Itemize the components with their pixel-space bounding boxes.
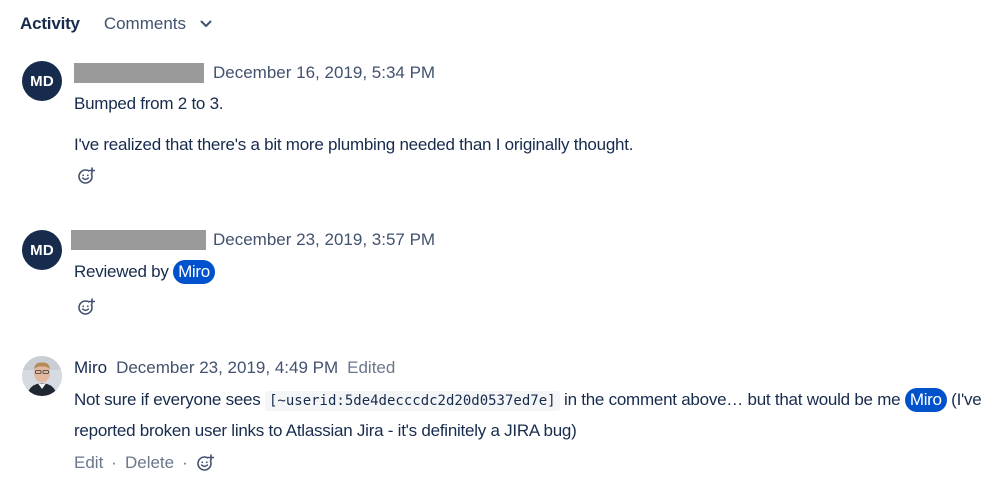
avatar[interactable]: MD [22, 61, 62, 101]
chevron-down-icon[interactable] [200, 20, 212, 28]
edited-label[interactable]: Edited [347, 358, 395, 378]
comment-header: December 16, 2019, 5:34 PM [74, 61, 993, 85]
add-reaction-icon[interactable] [77, 167, 95, 185]
comment-text: I've realized that there's a bit more pl… [74, 135, 634, 154]
comment-text-segment: in the comment above… but that would be … [559, 390, 905, 409]
comment-text: reported broken user links to Atlassian … [74, 421, 577, 440]
comment-actions: Edit · Delete · [74, 451, 993, 475]
comment-text: Not sure if everyone sees [~userid:5de4d… [74, 388, 993, 413]
comment-text: Reviewed by Miro [74, 260, 993, 284]
activity-tabs: Activity Comments [20, 12, 212, 36]
delete-button[interactable]: Delete [125, 453, 174, 473]
redacted-author-name [74, 63, 204, 83]
comment-timestamp[interactable]: December 23, 2019, 4:49 PM [116, 358, 338, 378]
tab-activity[interactable]: Activity [20, 14, 80, 34]
comment-item: MD December 23, 2019, 3:57 PM Reviewed b… [22, 228, 999, 320]
comment-item: MD December 16, 2019, 5:34 PM Bumped fro… [22, 61, 999, 195]
inline-code: [~userid:5de4decccdc2d20d0537ed7e] [264, 391, 560, 411]
user-mention[interactable]: Miro [904, 388, 947, 412]
add-reaction-icon[interactable] [196, 454, 214, 472]
separator: · [111, 453, 117, 472]
redacted-author-name [71, 230, 206, 250]
comment-author[interactable]: Miro [74, 358, 107, 378]
separator: · [182, 453, 188, 472]
comment-text-segment: Not sure if everyone sees [74, 390, 265, 409]
comment-text-segment: Reviewed by [74, 262, 174, 281]
comment-item: Miro December 23, 2019, 4:49 PM Edited N… [22, 356, 999, 480]
comment-timestamp[interactable]: December 16, 2019, 5:34 PM [213, 63, 435, 83]
avatar[interactable] [22, 356, 62, 396]
comment-body: December 23, 2019, 3:57 PM Reviewed by M… [71, 228, 993, 321]
comment-header: December 23, 2019, 3:57 PM [71, 228, 993, 252]
comment-body: Miro December 23, 2019, 4:49 PM Edited N… [74, 356, 993, 475]
comment-header: Miro December 23, 2019, 4:49 PM Edited [74, 356, 993, 380]
edit-button[interactable]: Edit [74, 453, 103, 473]
user-mention[interactable]: Miro [173, 260, 215, 284]
comment-text-segment: (I've [946, 390, 982, 409]
comment-body: December 16, 2019, 5:34 PM Bumped from 2… [74, 61, 993, 190]
add-reaction-icon[interactable] [77, 298, 95, 316]
avatar[interactable]: MD [22, 230, 62, 270]
comment-timestamp[interactable]: December 23, 2019, 3:57 PM [213, 230, 435, 250]
tab-comments[interactable]: Comments [104, 14, 186, 34]
comment-text: Bumped from 2 to 3. [74, 94, 224, 113]
